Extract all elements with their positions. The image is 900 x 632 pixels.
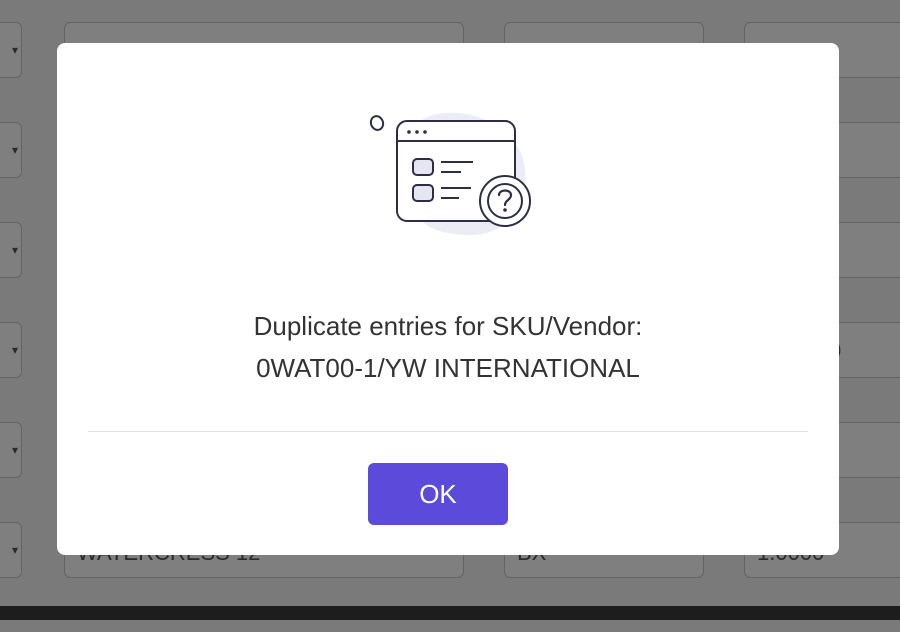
duplicate-window-question-icon (369, 112, 531, 236)
message-line-1: Duplicate entries for SKU/Vendor: (253, 311, 643, 341)
dialog-message: Duplicate entries for SKU/Vendor: 0WAT00… (57, 305, 839, 389)
message-line-2: 0WAT00-1/YW INTERNATIONAL (256, 353, 640, 383)
dialog-divider (88, 431, 808, 432)
ok-button[interactable]: OK (368, 463, 508, 525)
duplicate-entry-dialog: Duplicate entries for SKU/Vendor: 0WAT00… (57, 43, 839, 555)
